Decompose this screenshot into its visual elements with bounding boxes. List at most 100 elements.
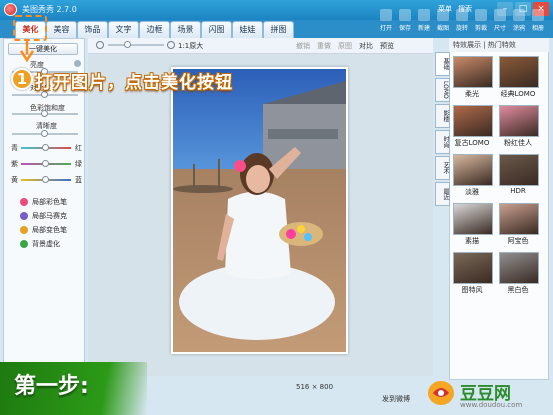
tab-face[interactable]: 美容 bbox=[46, 21, 77, 38]
album-button[interactable]: 相册 bbox=[529, 8, 547, 40]
new-icon bbox=[418, 9, 430, 21]
resize-label: 尺寸 bbox=[493, 25, 506, 32]
yellow-label: 黄 bbox=[11, 176, 18, 184]
effect-label: 柔光 bbox=[465, 90, 479, 98]
screenshot-label: 截图 bbox=[436, 25, 449, 32]
effect-label: 复古LOMO bbox=[454, 139, 490, 147]
effect-thumbnail[interactable] bbox=[453, 56, 493, 88]
zoom-in-icon[interactable] bbox=[167, 41, 175, 49]
tool-mosaic[interactable]: 局部马赛克 bbox=[20, 211, 67, 221]
down-arrow-icon bbox=[20, 40, 34, 62]
photo-image bbox=[173, 69, 346, 352]
compare-button[interactable]: 对比 bbox=[359, 41, 373, 51]
zoom-slider[interactable] bbox=[108, 44, 164, 46]
canvas-actions: 撤销 重做 原图 对比 预览 bbox=[296, 41, 394, 51]
tab-doll[interactable]: 娃娃 bbox=[232, 21, 263, 38]
screenshot-icon bbox=[437, 9, 449, 21]
magenta-label: 紫 bbox=[11, 160, 18, 168]
original-button[interactable]: 原图 bbox=[338, 41, 352, 51]
cyan-label: 青 bbox=[11, 144, 18, 152]
save-button[interactable]: 保存 bbox=[396, 8, 414, 40]
green-label: 绿 bbox=[75, 160, 82, 168]
crop-label: 剪裁 bbox=[474, 25, 487, 32]
tab-text[interactable]: 文字 bbox=[108, 21, 139, 38]
zoom-level[interactable]: 1:1原大 bbox=[178, 41, 203, 51]
tab-accessories[interactable]: 饰品 bbox=[77, 21, 108, 38]
resize-button[interactable]: 尺寸 bbox=[491, 8, 509, 40]
vtab-studio[interactable]: 影楼 bbox=[435, 104, 450, 128]
tab-collage[interactable]: 拼图 bbox=[263, 21, 294, 38]
slider-label-sharpness: 清晰度 bbox=[36, 122, 57, 130]
step-number-badge: 1 bbox=[11, 68, 33, 90]
vtab-lomo[interactable]: LOMO bbox=[435, 78, 450, 102]
highlight-box bbox=[13, 15, 47, 41]
tool-color-brush[interactable]: 局部彩色笔 bbox=[20, 197, 67, 207]
folder-icon bbox=[380, 9, 392, 21]
effect-category-tabs: 基础 LOMO 影楼 时尚 艺术 最近 bbox=[435, 52, 450, 206]
brush-icon bbox=[513, 9, 525, 21]
effect-thumbnail[interactable] bbox=[453, 203, 493, 235]
yellow-blue-knob[interactable] bbox=[42, 176, 49, 183]
effect-label: 经典LOMO bbox=[500, 90, 536, 98]
tool-label: 背景虚化 bbox=[32, 240, 60, 248]
recolor-brush-icon bbox=[20, 226, 28, 234]
rotate-label: 旋转 bbox=[455, 25, 468, 32]
preview-button[interactable]: 预览 bbox=[380, 41, 394, 51]
open-button[interactable]: 打开 bbox=[377, 8, 395, 40]
album-label: 相册 bbox=[531, 25, 544, 32]
photo-canvas[interactable] bbox=[171, 67, 348, 354]
cyan-red-knob[interactable] bbox=[42, 144, 49, 151]
effect-label: 图特风 bbox=[461, 286, 483, 294]
image-size: 516 × 800 bbox=[296, 383, 334, 391]
share-weibo-button[interactable]: 发到微博 bbox=[382, 394, 410, 404]
effect-label: 粉红佳人 bbox=[504, 139, 532, 147]
one-click-beautify-button[interactable]: 一键美化 bbox=[8, 43, 78, 55]
tab-scene[interactable]: 场景 bbox=[170, 21, 201, 38]
resize-icon bbox=[494, 9, 506, 21]
tool-recolor-brush[interactable]: 局部变色笔 bbox=[20, 225, 67, 235]
crop-icon bbox=[475, 9, 487, 21]
saturation-knob[interactable] bbox=[41, 110, 48, 117]
effect-thumbnail[interactable] bbox=[499, 105, 539, 137]
effect-thumbnail[interactable] bbox=[499, 56, 539, 88]
tab-frame[interactable]: 边框 bbox=[139, 21, 170, 38]
screenshot-button[interactable]: 截图 bbox=[434, 8, 452, 40]
brand-logo-icon bbox=[428, 381, 454, 405]
rotate-button[interactable]: 旋转 bbox=[453, 8, 471, 40]
blue-label: 蓝 bbox=[75, 176, 82, 184]
effect-thumbnail[interactable] bbox=[453, 154, 493, 186]
effect-label: 素描 bbox=[465, 237, 479, 245]
undo-button[interactable]: 撤销 bbox=[296, 41, 310, 51]
effect-thumbnail[interactable] bbox=[499, 154, 539, 186]
doodle-button[interactable]: 涂鸦 bbox=[510, 8, 528, 40]
effect-thumbnail[interactable] bbox=[499, 252, 539, 284]
redo-button[interactable]: 重做 bbox=[317, 41, 331, 51]
doodle-label: 涂鸦 bbox=[512, 25, 525, 32]
effect-thumbnail[interactable] bbox=[453, 105, 493, 137]
vtab-recent[interactable]: 最近 bbox=[435, 182, 450, 206]
red-label: 红 bbox=[75, 144, 82, 152]
vtab-fashion[interactable]: 时尚 bbox=[435, 130, 450, 154]
effect-thumbnail[interactable] bbox=[453, 252, 493, 284]
magenta-green-knob[interactable] bbox=[42, 160, 49, 167]
effect-thumbnail[interactable] bbox=[499, 203, 539, 235]
zoom-knob[interactable] bbox=[124, 41, 131, 48]
effect-label: HDR bbox=[510, 187, 526, 195]
effects-header[interactable]: 特效展示 | 热门特效 bbox=[449, 38, 549, 52]
vtab-art[interactable]: 艺术 bbox=[435, 156, 450, 180]
tab-flash[interactable]: 闪图 bbox=[201, 21, 232, 38]
rotate-icon bbox=[456, 9, 468, 21]
brand-url: www.doudou.com bbox=[460, 401, 523, 409]
reset-icon[interactable] bbox=[74, 60, 81, 67]
tool-background-blur[interactable]: 背景虚化 bbox=[20, 239, 60, 249]
new-button[interactable]: 新建 bbox=[415, 8, 433, 40]
effect-label: 阿宝色 bbox=[507, 237, 529, 245]
save-icon bbox=[399, 9, 411, 21]
tool-label: 局部马赛克 bbox=[32, 212, 67, 220]
vtab-basic[interactable]: 基础 bbox=[435, 52, 450, 76]
sharpness-knob[interactable] bbox=[41, 130, 48, 137]
zoom-out-icon[interactable] bbox=[96, 41, 104, 49]
crop-button[interactable]: 剪裁 bbox=[472, 8, 490, 40]
save-label: 保存 bbox=[398, 25, 411, 32]
effect-label: 淡雅 bbox=[465, 188, 479, 196]
